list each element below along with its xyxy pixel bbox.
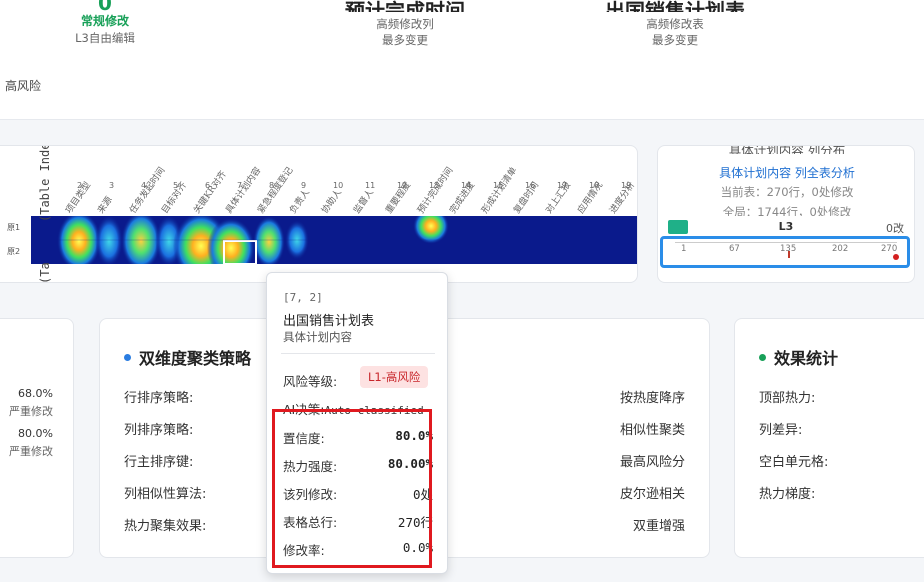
risk-level-badge: L1-高风险 <box>360 366 429 388</box>
col-similarity-value: 皮尔逊相关 <box>619 487 685 502</box>
regular-change-label: 常规修改 <box>80 14 129 28</box>
effect-stats-header: 效果统计 <box>759 345 838 369</box>
row-position-axis[interactable]: 1 67 135 202 270 <box>660 236 910 268</box>
level-bar: L3 0改 <box>666 218 906 238</box>
column-name-3: 来源 <box>95 195 114 216</box>
axis-line <box>675 242 897 243</box>
heatmap-chart[interactable]: 2项目类型 3来源4任务发起时间 5目标对齐 6关键KR对齐 7具体计划内容 8紧急程度登… <box>0 146 638 283</box>
frequent-table-stat: 出国销售计划表 高频修改表 最多变更 <box>595 0 755 48</box>
regular-change-count: 0 <box>98 0 112 12</box>
global-summary: 全局：1744行，0处修改 <box>722 205 852 216</box>
frequent-table-sub2: 最多变更 <box>652 33 698 47</box>
clustering-strategy-title: 双维度聚类策略 <box>139 349 252 368</box>
row-label-2: 原2 <box>7 247 20 256</box>
effect-stats-card: 效果统计 顶部热力: 列差异: 空白单元格: 热力梯度: <box>734 318 924 558</box>
axis-tick-5: 270 <box>881 244 898 254</box>
heatmap-column-labels: 2项目类型 3来源4任务发起时间 5目标对齐 6关键KR对齐 7具体计划内容 8紧急程度登… <box>63 165 637 216</box>
clustering-strategy-header: 双维度聚类策略 <box>124 345 251 369</box>
level-change-count: 0改 <box>886 222 904 235</box>
level-label: L3 <box>778 220 794 233</box>
blank-cells-label: 空白单元格: <box>759 455 829 470</box>
risk-level-label: 风险等级: <box>283 374 338 389</box>
column-diff-label: 列差异: <box>759 423 803 438</box>
frequent-table-title: 出国销售计划表 <box>605 0 745 12</box>
row-marker <box>788 251 790 258</box>
heatmap-card: 2 项目类型 3 来源 4 任务发起时间 5 目标对齐 6 关键KR对齐 7 具体计划内容 8 紧急程度登… <box>0 145 638 283</box>
row-sort-label: 行排序策略: <box>124 391 194 406</box>
frequent-column-sub2: 最多变更 <box>382 33 428 47</box>
heat-gradient-label: 热力梯度: <box>759 487 816 502</box>
regular-change-sub: L3自由编辑 <box>75 31 135 45</box>
frequent-column-title: 预计完成时间 <box>345 0 465 12</box>
cluster-effect-value: 双重增强 <box>632 519 685 534</box>
column-name-6: 关键KR对齐 <box>191 168 229 215</box>
axis-tick-1: 1 <box>681 244 687 254</box>
severity-sub-1: 严重修改 <box>9 405 53 418</box>
tooltip-divider <box>281 353 435 354</box>
row-key-value: 最高风险分 <box>619 455 685 470</box>
frequent-column-stat: 预计完成时间 高频修改列 最多变更 <box>330 0 480 48</box>
axis-tick-4: 202 <box>832 244 849 254</box>
column-distribution-card: 具体计划内容 列分布 具体计划内容 列全表分析 当前表：270行，0处修改 全局… <box>657 145 915 283</box>
column-name-10: 协助人 <box>319 187 344 216</box>
row-label-1: 原1 <box>7 223 20 232</box>
frequent-table-sub1: 高频修改表 <box>646 17 704 31</box>
tooltip-column-name: 具体计划内容 <box>283 330 352 344</box>
row-key-label: 行主排序键: <box>124 455 194 470</box>
severity-card: 68.0% 严重修改 80.0% 严重修改 <box>0 318 74 558</box>
axis-tick-2: 67 <box>729 244 740 254</box>
highlight-box <box>272 409 432 568</box>
distribution-title: 具体计划内容 列分布 <box>728 145 846 154</box>
top-heat-label: 顶部热力: <box>759 391 816 406</box>
col-sort-value: 相似性聚类 <box>619 423 685 438</box>
severity-value-2: 80.0% <box>18 427 53 440</box>
severity-sub-2: 严重修改 <box>9 445 53 458</box>
high-risk-legend: 高风险 <box>5 79 42 93</box>
col-similarity-label: 列相似性算法: <box>124 487 207 502</box>
regular-change-stat: 0 常规修改 L3自由编辑 <box>60 0 150 46</box>
row-sort-value: 按热度降序 <box>619 391 685 406</box>
x-axis-hint: (Ta <box>38 262 52 283</box>
current-table-summary: 当前表：270行，0处修改 <box>720 185 854 199</box>
full-table-analysis-link[interactable]: 具体计划内容 列全表分析 <box>658 164 914 181</box>
cluster-effect-label: 热力聚集效果: <box>124 519 207 534</box>
column-number-3: 3 <box>109 181 114 190</box>
column-name-9: 负责人 <box>287 187 312 216</box>
effect-stats-title: 效果统计 <box>774 349 839 368</box>
blue-dot-icon <box>124 353 131 361</box>
y-axis-label: (Table Index) - 按 <box>38 146 52 222</box>
top-summary-band: 0 常规修改 L3自由编辑 预计完成时间 高频修改列 最多变更 出国销售计划表 … <box>0 0 924 120</box>
green-dot-icon <box>759 353 766 361</box>
column-name-11: 监督人 <box>351 187 376 216</box>
tooltip-coordinate: [7, 2] <box>283 291 323 304</box>
tooltip-table-name: 出国销售计划表 <box>283 314 375 329</box>
current-row-dot <box>893 254 899 260</box>
col-sort-label: 列排序策略: <box>124 423 194 438</box>
severity-value-1: 68.0% <box>18 387 53 400</box>
frequent-column-sub1: 高频修改列 <box>376 17 434 31</box>
